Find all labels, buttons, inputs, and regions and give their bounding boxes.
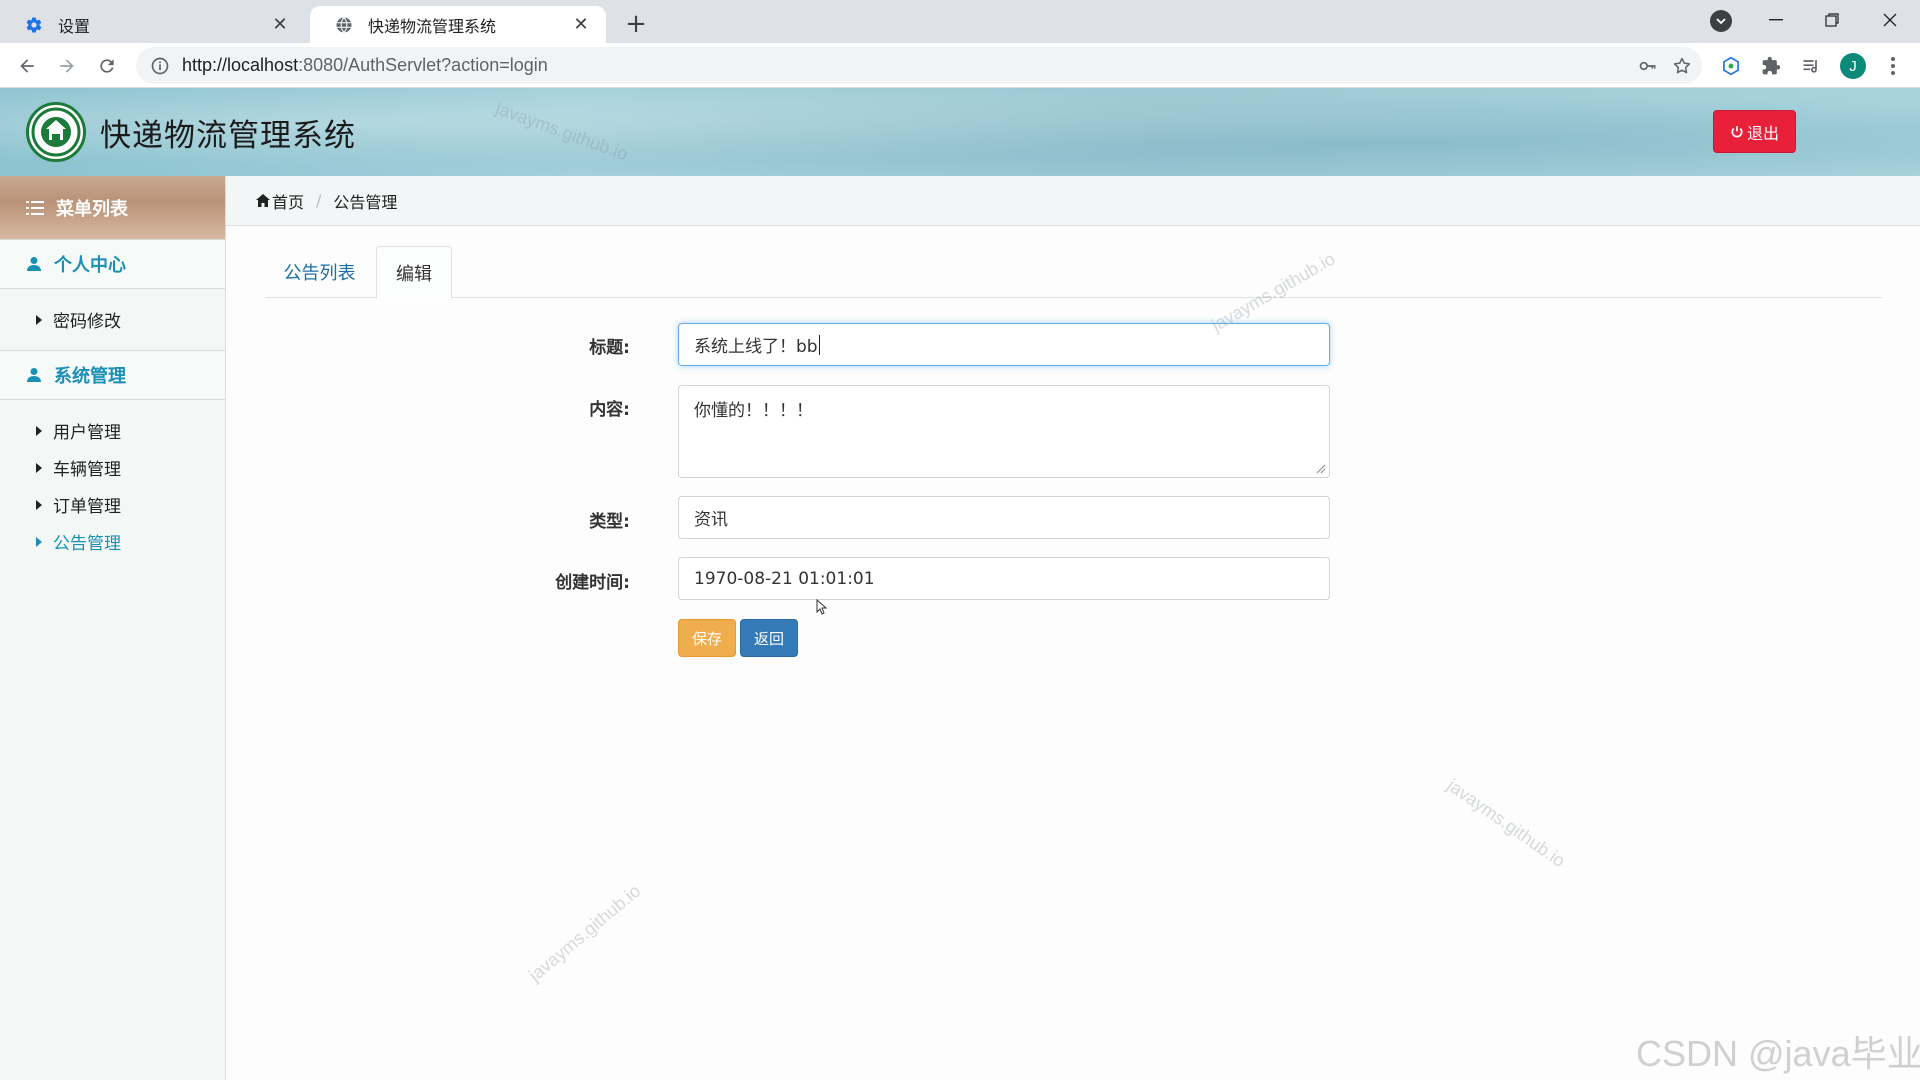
list-icon (26, 200, 44, 215)
title-label: 标题: (589, 338, 630, 358)
tab-title: 设置 (58, 16, 91, 36)
sidebar-section-system[interactable]: 系统管理 (0, 350, 225, 400)
sidebar: 菜单列表 个人中心 密码修改 系统管理 用户管理 车辆管理 订单管理 公告管理 (0, 176, 226, 1080)
user-icon (27, 368, 41, 382)
url-text: http://localhost:8080/AuthServlet?action… (182, 55, 548, 75)
back-button[interactable]: 返回 (740, 619, 798, 657)
key-icon[interactable] (1638, 47, 1658, 84)
breadcrumb-separator: / (316, 191, 322, 210)
tab-announcement-list[interactable]: 公告列表 (265, 246, 374, 298)
back-arrow-icon[interactable] (10, 49, 44, 83)
caret-right-icon (36, 536, 42, 547)
info-icon (151, 57, 169, 74)
address-bar[interactable]: http://localhost:8080/AuthServlet?action… (136, 47, 1702, 84)
created-time-input[interactable]: 1970-08-21 01:01:01 (678, 557, 1330, 600)
sidebar-item-label: 密码修改 (53, 312, 121, 332)
tab-search-icon[interactable] (1710, 10, 1732, 32)
minimize-icon[interactable] (1748, 0, 1804, 40)
user-icon (27, 257, 41, 271)
content-tabs: 公告列表 编辑 (265, 246, 1882, 299)
puzzle-icon[interactable] (1756, 51, 1786, 81)
globe-icon (334, 15, 354, 35)
home-icon (256, 194, 270, 207)
power-icon (1731, 125, 1743, 137)
type-input[interactable]: 资讯 (678, 496, 1330, 539)
sidebar-item-orders[interactable]: 订单管理 (0, 486, 225, 523)
extension-hex-icon[interactable] (1716, 51, 1746, 81)
type-label: 类型: (589, 512, 630, 532)
section-title-label: 个人中心 (54, 255, 126, 276)
section-title-label: 系统管理 (54, 366, 126, 387)
resize-grip-icon[interactable] (1316, 464, 1326, 474)
watermark: javayms.github.io (525, 880, 645, 986)
type-input-value: 资讯 (694, 510, 728, 530)
content-label: 内容: (589, 400, 630, 420)
logout-label: 退出 (1746, 123, 1779, 143)
logout-button[interactable]: 退出 (1713, 110, 1796, 153)
caret-right-icon (36, 425, 42, 436)
breadcrumb-home[interactable]: 首页 (272, 189, 304, 213)
breadcrumb: 首页 / 公告管理 (226, 176, 1920, 226)
sidebar-item-label: 车辆管理 (53, 460, 121, 480)
sidebar-item-users[interactable]: 用户管理 (0, 412, 225, 449)
mouse-cursor-icon (816, 599, 828, 615)
browser-tab-app[interactable]: 快递物流管理系统 ✕ (310, 6, 606, 43)
profile-avatar[interactable]: J (1838, 51, 1868, 81)
sidebar-item-label: 用户管理 (53, 423, 121, 443)
new-tab-button[interactable]: + (620, 8, 652, 40)
caret-right-icon (36, 499, 42, 510)
restore-icon[interactable] (1804, 0, 1860, 40)
browser-tab-bar: 设置 ✕ 快递物流管理系统 ✕ + (0, 0, 1920, 43)
browser-toolbar: http://localhost:8080/AuthServlet?action… (0, 43, 1920, 88)
reading-list-icon[interactable] (1796, 51, 1826, 81)
content-textarea[interactable]: 你懂的！！！！ (678, 385, 1330, 478)
more-menu-icon[interactable] (1878, 51, 1908, 81)
sidebar-section-personal[interactable]: 个人中心 (0, 239, 225, 289)
caret-right-icon (36, 314, 42, 325)
sidebar-menu-title: 菜单列表 (56, 198, 128, 220)
sidebar-item-vehicles[interactable]: 车辆管理 (0, 449, 225, 486)
forward-arrow-icon[interactable] (50, 49, 84, 83)
app-header: 快递物流管理系统 退出 (0, 88, 1920, 176)
sidebar-item-password[interactable]: 密码修改 (0, 301, 225, 338)
created-time-label: 创建时间: (555, 573, 630, 593)
save-button[interactable]: 保存 (678, 619, 736, 657)
created-time-value: 1970-08-21 01:01:01 (694, 568, 875, 589)
sidebar-item-announcements[interactable]: 公告管理 (0, 523, 225, 560)
text-cursor (818, 334, 820, 355)
reload-icon[interactable] (90, 49, 124, 83)
window-close-icon[interactable] (1862, 0, 1918, 40)
watermark: javayms.github.io (1443, 775, 1569, 872)
close-icon[interactable]: ✕ (570, 14, 592, 36)
breadcrumb-current: 公告管理 (333, 192, 398, 212)
sidebar-sublist-system: 用户管理 车辆管理 订单管理 公告管理 (0, 400, 225, 572)
app-title: 快递物流管理系统 (100, 118, 356, 154)
csdn-credit: CSDN @java毕业 (1636, 1033, 1920, 1074)
tab-edit[interactable]: 编辑 (376, 246, 452, 299)
title-input[interactable]: 系统上线了！bb (678, 323, 1330, 366)
sidebar-item-label: 订单管理 (53, 497, 121, 517)
content-textarea-value: 你懂的！！！！ (694, 401, 813, 421)
sidebar-menu-header: 菜单列表 (0, 176, 225, 239)
university-logo (26, 102, 86, 162)
browser-tab-settings[interactable]: 设置 ✕ (0, 6, 305, 43)
caret-right-icon (36, 462, 42, 473)
sidebar-item-label: 公告管理 (53, 534, 121, 554)
close-icon[interactable]: ✕ (269, 14, 291, 36)
sidebar-sublist-personal: 密码修改 (0, 289, 225, 350)
title-input-value: 系统上线了！bb (694, 337, 818, 357)
gear-icon (24, 15, 44, 35)
tab-title: 快递物流管理系统 (368, 16, 497, 36)
bookmark-star-icon[interactable] (1672, 47, 1692, 84)
